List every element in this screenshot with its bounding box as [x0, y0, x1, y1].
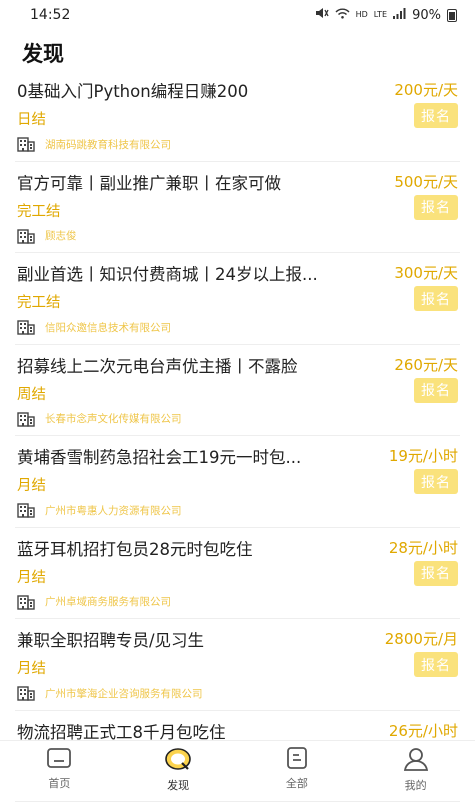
job-settlement: 月结	[17, 566, 46, 587]
apply-button[interactable]: 报名	[414, 469, 458, 494]
job-list-item[interactable]: 副业首选丨知识付费商城丨24岁以上报... 300元/天完工结 报名信阳众邀信息技术…	[15, 253, 460, 345]
tab-home[interactable]: 首页	[0, 741, 119, 796]
discover-icon	[163, 747, 193, 775]
job-salary: 26元/小时	[389, 720, 458, 741]
home-icon	[45, 747, 73, 773]
company-info: 信阳众邀信息技术有限公司	[17, 319, 171, 335]
building-icon	[17, 136, 35, 152]
job-settlement: 完工结	[17, 291, 61, 312]
signal-icon	[393, 8, 406, 23]
company-name: 信阳众邀信息技术有限公司	[45, 320, 171, 335]
company-info: 广州卓域商务服务有限公司	[17, 594, 171, 610]
job-salary: 300元/天	[394, 262, 458, 283]
building-icon	[17, 411, 35, 427]
company-name: 广州市粤惠人力资源有限公司	[45, 503, 182, 518]
job-salary: 28元/小时	[389, 537, 458, 558]
building-icon	[17, 502, 35, 518]
job-title: 副业首选丨知识付费商城丨24岁以上报...	[17, 261, 372, 285]
company-info: 广州市粤惠人力资源有限公司	[17, 502, 182, 518]
job-list-item[interactable]: 黄埔香雪制药急招社会工19元一时包... 19元/小时月结 报名广州市粤惠人力资源有…	[15, 436, 460, 528]
building-icon	[17, 228, 35, 244]
hd-indicator: HD	[356, 11, 368, 19]
apply-button[interactable]: 报名	[414, 561, 458, 586]
job-title: 黄埔香雪制药急招社会工19元一时包...	[17, 444, 372, 468]
page-title: 发现	[22, 38, 64, 68]
job-title: 招募线上二次元电台声优主播丨不露脸	[17, 353, 372, 377]
job-list[interactable]: 0基础入门Python编程日赚200200元/天日结报名湖南码跳教育科技有限公司…	[0, 70, 475, 802]
job-settlement: 日结	[17, 108, 46, 129]
job-list-item[interactable]: 蓝牙耳机招打包员28元时包吃住 28元/小时月结 报名广州卓域商务服务有限公司	[15, 528, 460, 620]
job-salary: 260元/天	[394, 354, 458, 375]
company-name: 湖南码跳教育科技有限公司	[45, 137, 171, 152]
wifi-icon	[335, 8, 350, 23]
job-list-item[interactable]: 招募线上二次元电台声优主播丨不露脸 260元/天周结 报名长春市念声文化传媒有限公司	[15, 345, 460, 437]
building-icon	[17, 319, 35, 335]
tab-profile[interactable]: 我的	[356, 741, 475, 796]
battery-level: 90%	[412, 8, 441, 23]
job-list-item[interactable]: 官方可靠丨副业推广兼职丨在家可做 500元/天完工结 报名顾志俊	[15, 162, 460, 254]
company-name: 长春市念声文化传媒有限公司	[45, 411, 182, 426]
battery-icon	[447, 9, 457, 22]
apply-button[interactable]: 报名	[414, 103, 458, 128]
status-icons: HD LTE 90%	[315, 7, 457, 23]
apply-button[interactable]: 报名	[414, 195, 458, 220]
tab-discover[interactable]: 发现	[119, 741, 238, 796]
job-title: 物流招聘正式工8千月包吃住	[17, 719, 372, 743]
building-icon	[17, 685, 35, 701]
company-info: 顾志俊	[17, 228, 77, 244]
status-time: 14:52	[30, 7, 70, 23]
apply-button[interactable]: 报名	[414, 652, 458, 677]
tab-label: 首页	[48, 775, 70, 791]
tab-document[interactable]: 全部	[238, 741, 357, 796]
status-bar: 14:52 HD LTE 90%	[0, 0, 475, 30]
job-title: 官方可靠丨副业推广兼职丨在家可做	[17, 170, 372, 194]
job-settlement: 周结	[17, 383, 46, 404]
company-name: 广州市擎海企业咨询服务有限公司	[45, 686, 203, 701]
job-title: 蓝牙耳机招打包员28元时包吃住	[17, 536, 372, 560]
company-name: 广州卓域商务服务有限公司	[45, 594, 171, 609]
lte-indicator: LTE	[374, 11, 387, 19]
job-salary: 200元/天	[394, 79, 458, 100]
job-settlement: 完工结	[17, 200, 61, 221]
tab-label: 全部	[286, 775, 308, 791]
apply-button[interactable]: 报名	[414, 378, 458, 403]
bottom-tabbar: 首页 发现 全部 我的	[0, 740, 475, 796]
tab-label: 发现	[167, 777, 189, 793]
job-salary: 2800元/月	[385, 628, 458, 649]
job-list-item[interactable]: 0基础入门Python编程日赚200 200元/天日结 报名湖南码跳教育科技有限公司	[15, 70, 460, 162]
tab-label: 我的	[405, 777, 427, 793]
job-title: 0基础入门Python编程日赚200	[17, 78, 372, 102]
company-info: 长春市念声文化传媒有限公司	[17, 411, 182, 427]
company-info: 广州市擎海企业咨询服务有限公司	[17, 685, 203, 701]
job-settlement: 月结	[17, 657, 46, 678]
company-info: 湖南码跳教育科技有限公司	[17, 136, 171, 152]
profile-icon	[402, 747, 430, 775]
building-icon	[17, 594, 35, 610]
job-list-item[interactable]: 兼职全职招聘专员/见习生 2800元/月月结 报名广州市擎海企业咨询服务有限公司	[15, 619, 460, 711]
company-name: 顾志俊	[45, 228, 77, 243]
job-title: 兼职全职招聘专员/见习生	[17, 627, 372, 651]
job-salary: 500元/天	[394, 171, 458, 192]
apply-button[interactable]: 报名	[414, 286, 458, 311]
mute-icon	[315, 7, 329, 23]
job-salary: 19元/小时	[389, 445, 458, 466]
job-settlement: 月结	[17, 474, 46, 495]
document-icon	[285, 747, 309, 773]
